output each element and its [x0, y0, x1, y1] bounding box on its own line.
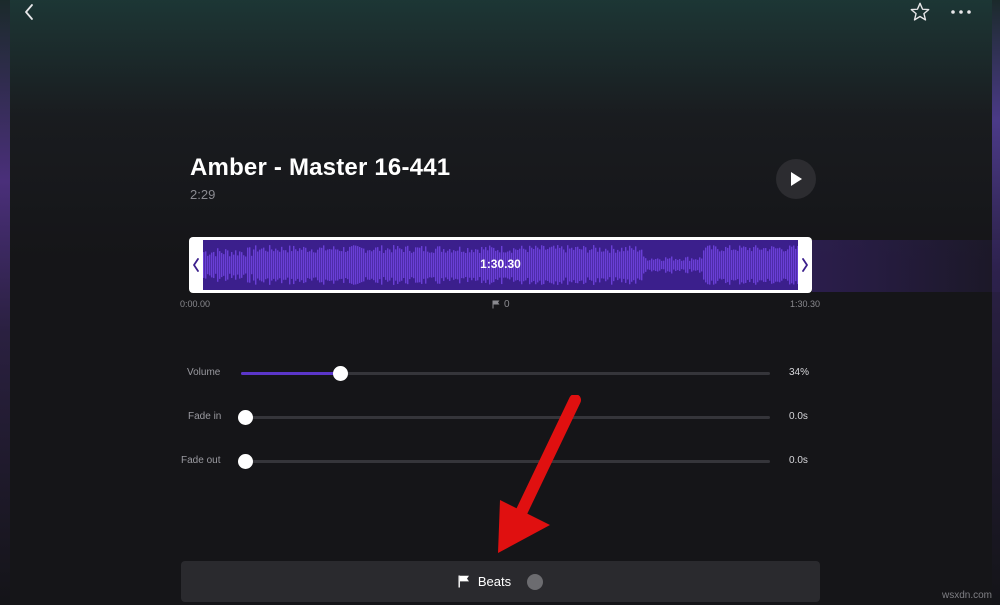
adjacent-clip-strip [812, 240, 1000, 292]
selection-length: 1:30.30 [480, 257, 521, 271]
beat-marker-count-value: 0 [504, 299, 510, 310]
beats-toggle-button[interactable]: Beats [181, 561, 820, 602]
volume-slider-thumb[interactable] [333, 366, 349, 381]
play-button[interactable] [776, 159, 816, 199]
header-gradient [0, 0, 1000, 260]
fade-in-label: Fade in [188, 411, 222, 422]
fade-in-value: 0.0s [789, 411, 808, 422]
watermark: wsxdn.com [941, 590, 992, 601]
track-duration: 2:29 [190, 187, 216, 202]
right-edge-glow [992, 0, 1000, 605]
volume-slider[interactable] [241, 372, 770, 375]
beats-label: Beats [477, 574, 512, 589]
selection-end-time: 1:30.30 [790, 299, 821, 309]
selection-start-time: 0:00.00 [180, 299, 211, 309]
star-outline-icon [910, 2, 930, 21]
flag-icon [458, 575, 469, 588]
more-options-button[interactable] [946, 0, 976, 24]
back-button[interactable] [16, 0, 42, 24]
audio-trim-selection[interactable]: 1:30.30 [189, 237, 812, 293]
fade-out-label: Fade out [181, 455, 221, 466]
fade-out-value: 0.0s [789, 455, 808, 466]
left-edge-glow [0, 0, 10, 605]
favorite-button[interactable] [906, 0, 934, 24]
volume-label: Volume [187, 367, 221, 378]
flag-icon [492, 300, 500, 309]
chevron-left-icon [25, 4, 33, 20]
volume-value: 34% [789, 367, 810, 378]
fade-out-slider-thumb[interactable] [238, 454, 253, 469]
fade-in-slider-thumb[interactable] [238, 410, 253, 425]
ellipsis-icon [951, 10, 971, 14]
track-title: Amber - Master 16-441 [190, 154, 451, 181]
annotation-arrow [498, 395, 581, 553]
volume-slider-fill [241, 372, 337, 375]
beats-toggle-switch[interactable] [527, 573, 544, 590]
beat-marker-count: 0 [492, 299, 510, 310]
play-icon [791, 172, 802, 186]
